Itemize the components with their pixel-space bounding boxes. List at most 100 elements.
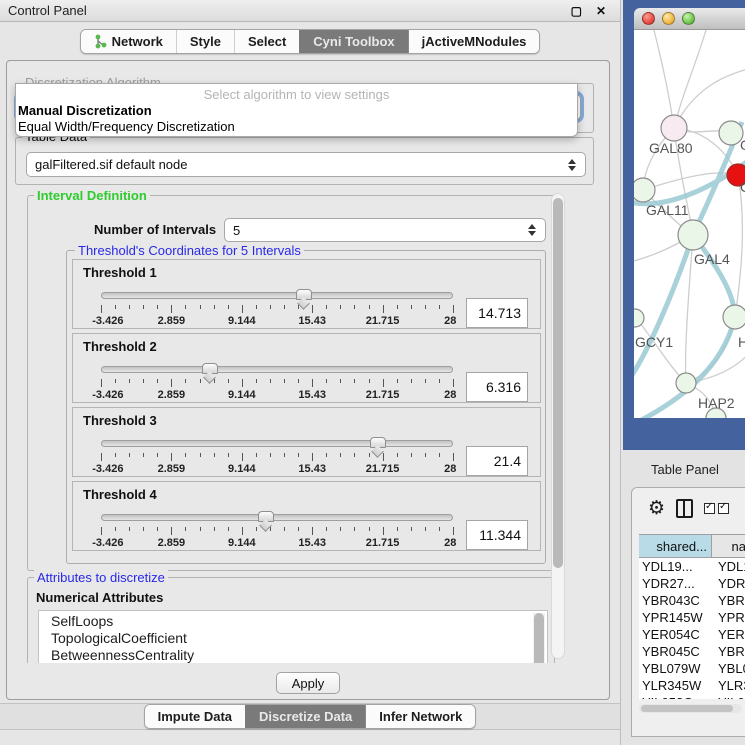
column-header-name[interactable]: na	[712, 535, 745, 557]
slider-track[interactable]	[101, 292, 453, 299]
tab-cyni-toolbox[interactable]: Cyni Toolbox	[299, 30, 407, 53]
float-window-icon[interactable]: ▢	[571, 4, 582, 18]
number-of-intervals-label: Number of Intervals	[94, 222, 216, 237]
slider-track[interactable]	[101, 366, 453, 373]
gear-icon[interactable]: ⚙	[648, 499, 665, 518]
table-cell[interactable]: YBL0	[712, 660, 745, 677]
node-label: G	[740, 137, 745, 153]
tab-style[interactable]: Style	[176, 30, 234, 53]
network-window-titlebar[interactable]	[634, 8, 745, 30]
apply-button[interactable]: Apply	[276, 672, 340, 694]
threshold-3-value[interactable]: 21.4	[466, 446, 528, 476]
table-cell[interactable]: YBL079W	[639, 660, 712, 677]
checkbox-icon[interactable]	[718, 503, 729, 514]
threshold-2-slider[interactable]: -3.426 2.859 9.144 15.43 21.715 28	[101, 366, 453, 412]
node-gal4[interactable]	[678, 220, 708, 250]
node-gal11[interactable]	[634, 178, 655, 202]
table-cell[interactable]: YDL19...	[639, 558, 712, 575]
threshold-3-slider[interactable]: -3.426 2.859 9.144 15.43 21.715 28	[101, 440, 453, 486]
slider-handle[interactable]	[296, 289, 312, 300]
node-gcy1[interactable]	[634, 309, 644, 327]
tab-network[interactable]: Network	[81, 30, 176, 53]
threshold-4-value[interactable]: 11.344	[466, 520, 528, 550]
table-row[interactable]: YIL052CYIL0	[639, 694, 745, 699]
thresholds-groupbox: Threshold's Coordinates for 5 Intervals …	[66, 250, 546, 564]
table-row[interactable]: YBR045CYBR0	[639, 643, 745, 660]
node-gal80[interactable]	[661, 115, 687, 141]
table-cell[interactable]: YBR043C	[639, 592, 712, 609]
node-label: GAL80	[649, 140, 693, 156]
slider-track[interactable]	[101, 440, 453, 447]
threshold-3-label: Threshold 3	[83, 413, 530, 428]
tab-jactivemnodules[interactable]: jActiveMNodules	[408, 30, 540, 53]
network-window: GAL80 G C GAL11 GAL4 GCY1 H HAP2	[623, 0, 745, 450]
table-cell[interactable]: YIL0	[712, 694, 745, 699]
close-panel-icon[interactable]: ✕	[596, 4, 606, 18]
threshold-4-label: Threshold 4	[83, 487, 530, 502]
settings-scrollbar[interactable]	[551, 193, 565, 659]
slider-handle[interactable]	[258, 511, 274, 522]
slider-track[interactable]	[101, 514, 453, 521]
table-horizontal-scrollbar[interactable]	[639, 704, 742, 713]
tab-select[interactable]: Select	[234, 30, 299, 53]
threshold-1-value[interactable]: 14.713	[466, 298, 528, 328]
table-cell[interactable]: YBR0	[712, 643, 745, 660]
node-hap2[interactable]	[676, 373, 696, 393]
tab-discretize-data[interactable]: Discretize Data	[245, 705, 365, 728]
tab-infer-network[interactable]: Infer Network	[365, 705, 475, 728]
checkbox-icon[interactable]	[704, 503, 715, 514]
table-cell[interactable]: YBR0	[712, 592, 745, 609]
number-of-intervals-combo[interactable]: 5	[224, 218, 546, 242]
table-cell[interactable]: YDR27...	[639, 575, 712, 592]
table-row[interactable]: YDR27...YDR2	[639, 575, 745, 592]
zoom-window-icon[interactable]	[682, 12, 695, 25]
table-cell[interactable]: YDR2	[712, 575, 745, 592]
split-panel-icon[interactable]	[676, 499, 693, 518]
slider-ticks	[101, 379, 453, 387]
network-view-canvas[interactable]: GAL80 G C GAL11 GAL4 GCY1 H HAP2	[634, 30, 745, 418]
table-row[interactable]: YBR043CYBR0	[639, 592, 745, 609]
slider-handle[interactable]	[202, 363, 218, 374]
list-item[interactable]: TopologicalCoefficient	[51, 630, 547, 647]
attributes-group-label: Attributes to discretize	[34, 570, 168, 585]
threshold-2-value[interactable]: 6.316	[466, 372, 528, 402]
algorithm-popup: Select algorithm to view settings Manual…	[15, 83, 578, 137]
threshold-4-slider[interactable]: -3.426 2.859 9.144 21.715 15.43 28	[101, 514, 453, 560]
numerical-attributes-title: Numerical Attributes	[36, 590, 163, 605]
control-panel-titlebar: Control Panel ▢ ✕	[0, 0, 620, 22]
table-row[interactable]: YBL079WYBL0	[639, 660, 745, 677]
table-cell[interactable]: YPR1	[712, 609, 745, 626]
slider-ticks	[101, 527, 453, 535]
slider-handle[interactable]	[370, 437, 386, 448]
node-h[interactable]	[723, 305, 745, 329]
list-item[interactable]: SelfLoops	[51, 613, 547, 630]
close-window-icon[interactable]	[642, 12, 655, 25]
table-panel-box: ⚙ shared... na YDL19...YDL1YDR27...YDR2Y…	[631, 487, 745, 737]
table-row[interactable]: YPR145WYPR1	[639, 609, 745, 626]
table-rows: YDL19...YDL1YDR27...YDR2YBR043CYBR0YPR14…	[639, 558, 745, 699]
table-header-row: shared... na	[639, 534, 745, 558]
threshold-1-slider[interactable]: -3.426 2.859 9.144 15.43 21.715 28	[101, 292, 453, 338]
table-cell[interactable]: YER054C	[639, 626, 712, 643]
table-cell[interactable]: YLR3	[712, 677, 745, 694]
column-header-shared[interactable]: shared...	[639, 535, 712, 557]
list-scrollbar[interactable]	[533, 613, 545, 663]
popup-option-equal-width[interactable]: Equal Width/Frequency Discretization	[16, 118, 577, 134]
node-label: GAL11	[646, 202, 689, 218]
table-data-combo[interactable]: galFiltered.sif default node	[26, 152, 586, 177]
table-cell[interactable]: YER0	[712, 626, 745, 643]
table-cell[interactable]: YIL052C	[639, 694, 712, 699]
threshold-3-panel: Threshold 3 -3.426 2.859 9.144 15.43	[72, 407, 541, 477]
numerical-attributes-list[interactable]: SelfLoops TopologicalCoefficient Between…	[38, 610, 548, 663]
list-item[interactable]: BetweennessCentrality	[51, 647, 547, 663]
minimize-window-icon[interactable]	[662, 12, 675, 25]
table-cell[interactable]: YBR045C	[639, 643, 712, 660]
tab-impute-data[interactable]: Impute Data	[145, 705, 245, 728]
table-cell[interactable]: YPR145W	[639, 609, 712, 626]
table-row[interactable]: YLR345WYLR3	[639, 677, 745, 694]
table-row[interactable]: YDL19...YDL1	[639, 558, 745, 575]
table-row[interactable]: YER054CYER0	[639, 626, 745, 643]
table-cell[interactable]: YDL1	[712, 558, 745, 575]
popup-option-manual[interactable]: Manual Discretization	[16, 102, 577, 118]
table-cell[interactable]: YLR345W	[639, 677, 712, 694]
